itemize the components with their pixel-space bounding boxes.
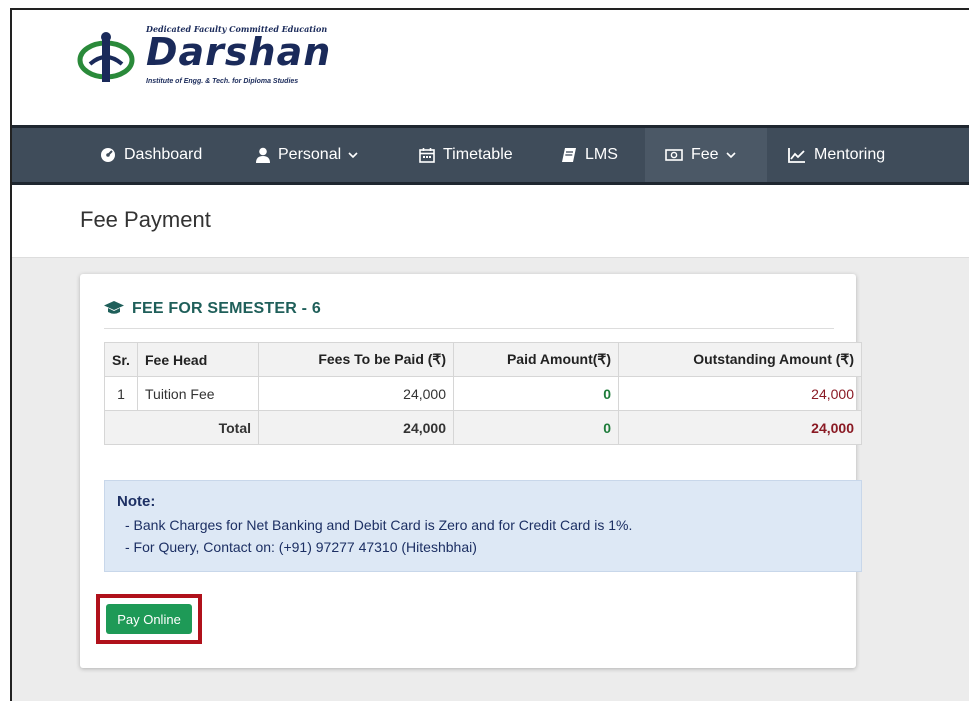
- cell-paid-amount: 0: [453, 376, 619, 411]
- nav-item-fee[interactable]: Fee: [645, 128, 767, 182]
- cell-fees-to-pay: 24,000: [258, 376, 454, 411]
- total-label: Total: [104, 410, 259, 445]
- col-header-fees-to-pay: Fees To be Paid (₹): [258, 342, 454, 377]
- nav-label: LMS: [585, 146, 618, 163]
- nav-label: Timetable: [443, 146, 513, 163]
- graduation-cap-icon: [104, 301, 124, 314]
- cell-sr: 1: [104, 376, 138, 411]
- nav-item-personal[interactable]: Personal: [256, 128, 359, 182]
- pay-online-highlight: Pay Online: [96, 594, 202, 644]
- chevron-down-icon: [348, 152, 358, 159]
- brand-logo[interactable]: Dedicated Faculty Committed Education Da…: [76, 22, 376, 92]
- col-header-fee-head: Fee Head: [137, 342, 259, 377]
- table-row: 1 Tuition Fee 24,000 0 24,000: [104, 376, 862, 411]
- payment-note: Note: - Bank Charges for Net Banking and…: [104, 480, 862, 572]
- nav-item-mentoring[interactable]: Mentoring: [788, 128, 885, 182]
- money-icon: [665, 149, 683, 161]
- logo-emblem-icon: [77, 32, 135, 82]
- semester-title: FEE FOR SEMESTER - 6: [132, 300, 321, 317]
- calendar-icon: [419, 148, 435, 163]
- nav-label: Dashboard: [124, 146, 203, 163]
- brand-subtitle: Institute of Engg. & Tech. for Diploma S…: [146, 78, 299, 85]
- cell-outstanding: 24,000: [618, 376, 862, 411]
- app-frame: Dedicated Faculty Committed Education Da…: [10, 8, 969, 701]
- card-header: FEE FOR SEMESTER - 6: [104, 300, 834, 329]
- nav-label: Personal: [278, 146, 342, 163]
- brand-name: Darshan: [146, 30, 332, 74]
- note-line: - Bank Charges for Net Banking and Debit…: [125, 517, 633, 533]
- site-header: Dedicated Faculty Committed Education Da…: [12, 10, 969, 125]
- nav-label: Mentoring: [814, 146, 886, 163]
- chevron-down-icon: [726, 152, 736, 159]
- page-title: Fee Payment: [80, 207, 211, 232]
- user-icon: [256, 147, 270, 163]
- note-title: Note:: [117, 493, 156, 510]
- nav-item-timetable[interactable]: Timetable: [419, 128, 513, 182]
- page-titlebar: Fee Payment: [12, 185, 969, 258]
- col-header-outstanding: Outstanding Amount (₹): [618, 342, 862, 377]
- col-header-sr: Sr.: [104, 342, 138, 377]
- nav-label: Fee: [691, 146, 719, 163]
- table-header-row: Sr. Fee Head Fees To be Paid (₹) Paid Am…: [104, 342, 862, 377]
- nav-item-lms[interactable]: LMS: [561, 128, 618, 182]
- cell-fee-head: Tuition Fee: [137, 376, 259, 411]
- total-fees-to-pay: 24,000: [258, 410, 454, 445]
- book-icon: [562, 148, 576, 162]
- main-navbar: Dashboard Personal Timetable LMS Fee Men…: [12, 125, 969, 185]
- nav-item-dashboard[interactable]: Dashboard: [100, 128, 202, 182]
- fee-card: FEE FOR SEMESTER - 6 Sr. Fee Head Fees T…: [80, 274, 862, 668]
- dashboard-icon: [101, 148, 115, 162]
- note-line: - For Query, Contact on: (+91) 97277 473…: [125, 539, 477, 555]
- pay-online-button[interactable]: Pay Online: [106, 604, 192, 634]
- total-outstanding: 24,000: [618, 410, 862, 445]
- col-header-paid-amount: Paid Amount(₹): [453, 342, 619, 377]
- total-paid-amount: 0: [453, 410, 619, 445]
- line-chart-icon: [788, 148, 805, 163]
- total-row: Total 24,000 0 24,000: [104, 410, 862, 445]
- fee-table: Sr. Fee Head Fees To be Paid (₹) Paid Am…: [104, 342, 862, 445]
